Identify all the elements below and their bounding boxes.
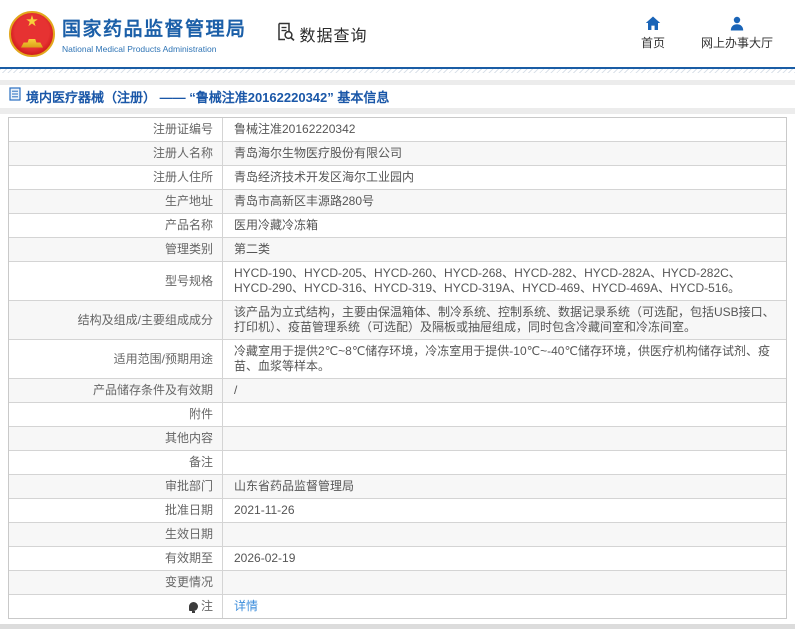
row-label: 结构及组成/主要组成成分 [9, 301, 223, 339]
data-query-section[interactable]: 数据查询 [275, 21, 368, 47]
page-title: 境内医疗器械（注册） —— “鲁械注准20162220342” 基本信息 [26, 90, 390, 105]
row-label: 产品名称 [9, 214, 223, 237]
table-row: 产品名称 医用冷藏冷冻箱 [9, 213, 786, 237]
row-value: 详情 [223, 595, 786, 618]
row-value: 第二类 [234, 242, 271, 256]
row-label: 批准日期 [9, 499, 223, 522]
brand-text: 国家药品监督管理局 National Medical Products Admi… [62, 14, 247, 54]
gray-divider-bottom [0, 108, 795, 114]
note-icon [188, 602, 198, 613]
table-row: 附件 [9, 402, 786, 426]
header-nav: 首页 网上办事大厅 [641, 16, 785, 51]
page-title-bar: 境内医疗器械（注册） —— “鲁械注准20162220342” 基本信息 [0, 85, 795, 108]
row-label: 产品储存条件及有效期 [9, 379, 223, 402]
person-icon [729, 16, 745, 31]
row-label: 有效期至 [9, 547, 223, 570]
table-row: 注详情 [9, 594, 786, 618]
row-value: 青岛海尔生物医疗股份有限公司 [234, 146, 403, 160]
row-value: 冷藏室用于提供2℃~8℃储存环境，冷冻室用于提供-10℃~-40℃储存环境，供医… [234, 344, 770, 373]
data-query-label: 数据查询 [299, 27, 368, 45]
table-row: 结构及组成/主要组成成分 该产品为立式结构，主要由保温箱体、制冷系统、控制系统、数… [9, 300, 786, 339]
footer-strip [0, 624, 795, 629]
row-value: 该产品为立式结构，主要由保温箱体、制冷系统、控制系统、数据记录系统（可选配，包括… [234, 305, 775, 334]
nav-service-hall[interactable]: 网上办事大厅 [701, 16, 773, 51]
row-value: 2026-02-19 [234, 551, 296, 565]
document-search-icon [275, 21, 296, 47]
row-label: 管理类别 [9, 238, 223, 261]
row-label: 适用范围/预期用途 [9, 340, 223, 378]
row-label: 型号规格 [9, 262, 223, 300]
row-label: 注 [9, 595, 223, 618]
table-row: 管理类别 第二类 [9, 237, 786, 261]
document-icon [9, 87, 21, 106]
row-label: 备注 [9, 451, 223, 474]
row-label: 变更情况 [9, 571, 223, 594]
row-label: 注册证编号 [9, 118, 223, 141]
brand[interactable]: ★ 国家药品监督管理局 National Medical Products Ad… [9, 10, 247, 57]
table-row: 审批部门 山东省药品监督管理局 [9, 474, 786, 498]
row-value: 青岛经济技术开发区海尔工业园内 [234, 170, 415, 184]
row-label: 生产地址 [9, 190, 223, 213]
table-row: 备注 [9, 450, 786, 474]
china-emblem-icon: ★ [9, 10, 55, 57]
table-row: 注册证编号 鲁械注准20162220342 [9, 118, 786, 141]
spacer [0, 73, 795, 80]
row-label: 生效日期 [9, 523, 223, 546]
info-table: 注册证编号 鲁械注准20162220342 注册人名称 青岛海尔生物医疗股份有限公司注… [8, 117, 787, 619]
row-value: 青岛市高新区丰源路280号 [234, 194, 375, 208]
table-row: 其他内容 [9, 426, 786, 450]
site-title: 国家药品监督管理局 [62, 18, 247, 40]
row-value: HYCD-190、HYCD-205、HYCD-260、HYCD-268、HYCD… [234, 266, 741, 295]
row-value [223, 523, 786, 546]
table-row: 生效日期 [9, 522, 786, 546]
table-row: 注册人住所 青岛经济技术开发区海尔工业园内 [9, 165, 786, 189]
home-icon [645, 16, 661, 31]
row-label: 审批部门 [9, 475, 223, 498]
row-label: 注册人名称 [9, 142, 223, 165]
site-subtitle: National Medical Products Administration [62, 43, 217, 54]
table-row: 产品储存条件及有效期 / [9, 378, 786, 402]
nav-home[interactable]: 首页 [641, 16, 665, 51]
row-value: 山东省药品监督管理局 [234, 479, 355, 493]
row-label: 注册人住所 [9, 166, 223, 189]
header: ★ 国家药品监督管理局 National Medical Products Ad… [0, 0, 795, 69]
table-row: 批准日期 2021-11-26 [9, 498, 786, 522]
row-label: 其他内容 [9, 427, 223, 450]
row-value: 医用冷藏冷冻箱 [234, 218, 319, 232]
row-value: 2021-11-26 [234, 503, 295, 517]
row-value [223, 451, 786, 474]
table-row: 型号规格 HYCD-190、HYCD-205、HYCD-260、HYCD-268、… [9, 261, 786, 300]
table-row: 有效期至 2026-02-19 [9, 546, 786, 570]
row-value [223, 571, 786, 594]
nav-service-hall-label: 网上办事大厅 [700, 36, 773, 50]
row-value: 鲁械注准20162220342 [234, 122, 356, 136]
table-row: 变更情况 [9, 570, 786, 594]
emblem-star-icon: ★ [25, 12, 39, 30]
emblem-gate-icon [21, 38, 43, 48]
table-row: 注册人名称 青岛海尔生物医疗股份有限公司 [9, 141, 786, 165]
row-value: / [234, 383, 238, 397]
nav-home-label: 首页 [640, 36, 665, 50]
table-row: 生产地址 青岛市高新区丰源路280号 [9, 189, 786, 213]
detail-link[interactable]: 详情 [234, 599, 258, 614]
row-value [223, 403, 786, 426]
table-row: 适用范围/预期用途 冷藏室用于提供2℃~8℃储存环境，冷冻室用于提供-10℃~-4… [9, 339, 786, 378]
row-label: 附件 [9, 403, 223, 426]
row-value [223, 427, 786, 450]
